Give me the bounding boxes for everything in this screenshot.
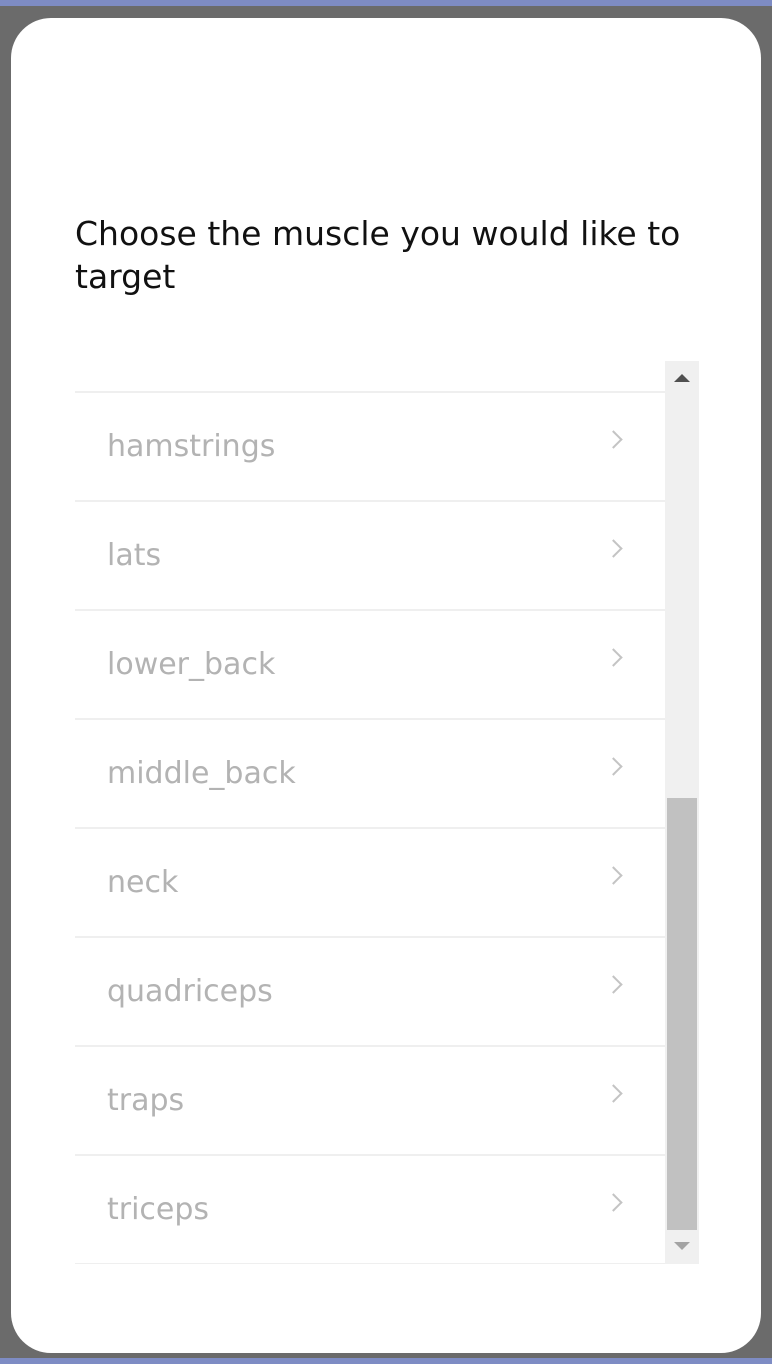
scroll-up-arrow-icon[interactable] [665, 361, 699, 395]
list-item-triceps[interactable]: triceps [75, 1156, 665, 1264]
muscle-list: hamstrings lats lower_back middle_back n… [75, 393, 665, 1264]
window-bottom-accent [0, 1358, 772, 1364]
muscle-picker-card: Choose the muscle you would like to targ… [11, 18, 761, 1353]
list-item-label: triceps [107, 1192, 210, 1227]
list-item-quadriceps[interactable]: quadriceps [75, 938, 665, 1047]
chevron-right-icon [604, 648, 623, 667]
window-top-accent [0, 0, 772, 6]
list-item-label: traps [107, 1083, 185, 1118]
list-item-label: lower_back [107, 647, 276, 682]
list-item-label: quadriceps [107, 974, 273, 1009]
list-item-label: lats [107, 538, 162, 573]
chevron-right-icon [604, 430, 623, 449]
list-item-label: neck [107, 865, 179, 900]
list-item-label: hamstrings [107, 429, 276, 464]
chevron-right-icon [604, 866, 623, 885]
page-title: Choose the muscle you would like to targ… [75, 214, 681, 296]
chevron-right-icon [604, 1193, 623, 1212]
list-item-traps[interactable]: traps [75, 1047, 665, 1156]
list-item-lats[interactable]: lats [75, 502, 665, 611]
chevron-right-icon [604, 757, 623, 776]
chevron-right-icon [604, 975, 623, 994]
list-item-hamstrings[interactable]: hamstrings [75, 393, 665, 502]
list-item-label: middle_back [107, 756, 296, 791]
chevron-right-icon [604, 539, 623, 558]
list-item-lower-back[interactable]: lower_back [75, 611, 665, 720]
list-item-middle-back[interactable]: middle_back [75, 720, 665, 829]
muscle-list-region: hamstrings lats lower_back middle_back n… [75, 361, 699, 1264]
scrollbar-thumb[interactable] [667, 798, 697, 1230]
scroll-down-arrow-icon[interactable] [665, 1230, 699, 1264]
list-item-neck[interactable]: neck [75, 829, 665, 938]
muscle-list-viewport[interactable]: hamstrings lats lower_back middle_back n… [75, 361, 665, 1264]
chevron-right-icon [604, 1084, 623, 1103]
vertical-scrollbar[interactable] [665, 361, 699, 1264]
